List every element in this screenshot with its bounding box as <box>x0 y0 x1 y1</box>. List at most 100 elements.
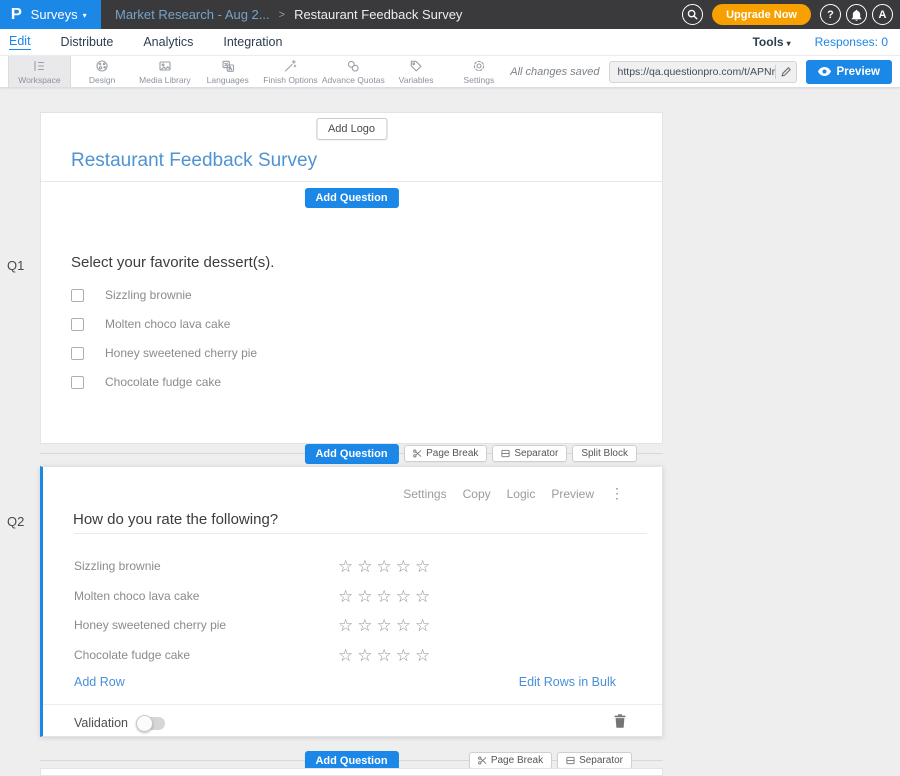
upgrade-now-button[interactable]: Upgrade Now <box>712 4 811 25</box>
divider <box>43 704 662 705</box>
question-settings-button[interactable]: Settings <box>403 487 446 501</box>
palette-icon <box>95 59 109 74</box>
chevron-down-icon: ▾ <box>787 39 791 48</box>
topbar-actions: Upgrade Now ? A <box>682 4 900 25</box>
separator-button[interactable]: Separator <box>557 752 632 769</box>
checkbox-icon[interactable] <box>71 289 84 302</box>
validation-toggle[interactable] <box>138 717 165 730</box>
star-rating-icons[interactable]: ☆☆☆☆☆ <box>338 647 434 664</box>
toolbar-item-design[interactable]: Design <box>71 56 134 87</box>
insert-row-1: Add Question Page Break Separator Split … <box>40 444 663 464</box>
page-break-button[interactable]: Page Break <box>469 752 552 769</box>
separator-icon <box>501 449 510 458</box>
pencil-icon <box>781 67 791 77</box>
toolbar-item-languages[interactable]: Languages <box>196 56 259 87</box>
more-options-icon[interactable]: ⋮ <box>610 485 624 502</box>
tab-analytics[interactable]: Analytics <box>143 35 193 49</box>
survey-url: https://qa.questionpro.com/t/APNrFZgS <box>618 66 775 78</box>
survey-title[interactable]: Restaurant Feedback Survey <box>71 150 317 172</box>
toolbar-item-finish-options[interactable]: Finish Options <box>259 56 322 87</box>
tools-menu[interactable]: Tools▾ <box>752 35 790 49</box>
surveys-product-menu[interactable]: P Surveys ▾ <box>0 0 101 29</box>
q1-option-3[interactable]: Honey sweetened cherry pie <box>71 346 257 360</box>
question-number-q2: Q2 <box>7 514 24 529</box>
question-actions: Settings Copy Logic Preview ⋮ <box>403 485 624 502</box>
image-icon <box>158 59 172 74</box>
survey-block-1: Add Logo Restaurant Feedback Survey Add … <box>40 112 663 444</box>
add-question-button-top[interactable]: Add Question <box>304 188 398 208</box>
star-rating-icons[interactable]: ☆☆☆☆☆ <box>338 588 434 605</box>
surveys-menu-label: Surveys <box>31 7 78 22</box>
toolbar-item-advance-quotas[interactable]: Advance Quotas <box>322 56 385 87</box>
questionpro-logo: P <box>11 6 22 24</box>
tab-distribute[interactable]: Distribute <box>61 35 114 49</box>
rating-row-4: Chocolate fudge cake ☆☆☆☆☆ <box>74 645 647 665</box>
breadcrumb-folder[interactable]: Market Research - Aug 2... <box>115 7 270 22</box>
split-block-button[interactable]: Split Block <box>572 445 637 462</box>
account-button[interactable]: A <box>872 4 893 25</box>
q1-option-2[interactable]: Molten choco lava cake <box>71 317 230 331</box>
scissors-icon <box>413 449 422 458</box>
insert-row-2: Add Question Page Break Separator <box>40 750 663 770</box>
add-logo-button[interactable]: Add Logo <box>316 118 387 140</box>
question-logic-button[interactable]: Logic <box>507 487 536 501</box>
help-button[interactable]: ? <box>820 4 841 25</box>
top-bar: P Surveys ▾ Market Research - Aug 2... >… <box>0 0 900 29</box>
toolbar-item-media-library[interactable]: Media Library <box>134 56 197 87</box>
tag-icon <box>409 59 423 74</box>
notifications-button[interactable] <box>846 4 867 25</box>
validation-row: Validation <box>74 716 165 730</box>
rating-row-2: Molten choco lava cake ☆☆☆☆☆ <box>74 586 647 606</box>
edit-toolbar: Workspace Design Media Library Languages… <box>0 55 900 88</box>
page-break-button[interactable]: Page Break <box>404 445 487 462</box>
rating-row-1: Sizzling brownie ☆☆☆☆☆ <box>74 556 647 576</box>
responses-count[interactable]: Responses: 0 <box>815 35 888 49</box>
validation-label: Validation <box>74 716 128 730</box>
delete-question-button[interactable] <box>614 714 626 728</box>
star-rating-icons[interactable]: ☆☆☆☆☆ <box>338 558 434 575</box>
q1-question-text[interactable]: Select your favorite dessert(s). <box>71 254 274 271</box>
bell-icon <box>851 9 862 21</box>
star-rating-icons[interactable]: ☆☆☆☆☆ <box>338 617 434 634</box>
edit-url-button[interactable] <box>775 65 791 79</box>
eye-icon <box>818 67 831 76</box>
tab-integration[interactable]: Integration <box>223 35 282 49</box>
q2-question-text[interactable]: How do you rate the following? <box>73 511 278 528</box>
survey-url-field[interactable]: https://qa.questionpro.com/t/APNrFZgS <box>609 61 797 83</box>
trash-icon <box>614 714 626 728</box>
magic-wand-icon <box>283 59 297 74</box>
add-row-link[interactable]: Add Row <box>74 675 125 689</box>
breadcrumb: Market Research - Aug 2... > Restaurant … <box>115 7 462 22</box>
question-number-q1: Q1 <box>7 258 24 273</box>
divider <box>74 533 647 534</box>
q1-option-4[interactable]: Chocolate fudge cake <box>71 375 221 389</box>
q1-option-1[interactable]: Sizzling brownie <box>71 288 192 302</box>
checkbox-icon[interactable] <box>71 376 84 389</box>
question-preview-button[interactable]: Preview <box>551 487 594 501</box>
separator-button[interactable]: Separator <box>492 445 567 462</box>
gear-icon <box>472 59 486 74</box>
toolbar-item-settings[interactable]: Settings <box>447 56 510 87</box>
breadcrumb-separator: > <box>279 9 285 21</box>
question-copy-button[interactable]: Copy <box>463 487 491 501</box>
divider <box>41 181 662 182</box>
search-icon <box>687 9 698 20</box>
scissors-icon <box>478 756 487 765</box>
add-question-button-middle[interactable]: Add Question <box>304 444 398 464</box>
checkbox-icon[interactable] <box>71 347 84 360</box>
edit-rows-in-bulk-link[interactable]: Edit Rows in Bulk <box>519 675 616 689</box>
separator-icon <box>566 756 575 765</box>
search-button[interactable] <box>682 4 703 25</box>
section-nav: Edit Distribute Analytics Integration To… <box>0 29 900 55</box>
chevron-down-icon: ▾ <box>83 11 87 20</box>
toolbar-item-variables[interactable]: Variables <box>385 56 448 87</box>
survey-block-2-selected[interactable]: Settings Copy Logic Preview ⋮ How do you… <box>40 466 663 737</box>
breadcrumb-survey-title: Restaurant Feedback Survey <box>294 7 462 22</box>
rating-row-3: Honey sweetened cherry pie ☆☆☆☆☆ <box>74 615 647 635</box>
workspace-icon <box>32 59 46 74</box>
translate-icon <box>221 59 235 74</box>
checkbox-icon[interactable] <box>71 318 84 331</box>
preview-button[interactable]: Preview <box>806 60 892 84</box>
tab-edit[interactable]: Edit <box>9 34 31 50</box>
toolbar-item-workspace[interactable]: Workspace <box>8 56 71 87</box>
